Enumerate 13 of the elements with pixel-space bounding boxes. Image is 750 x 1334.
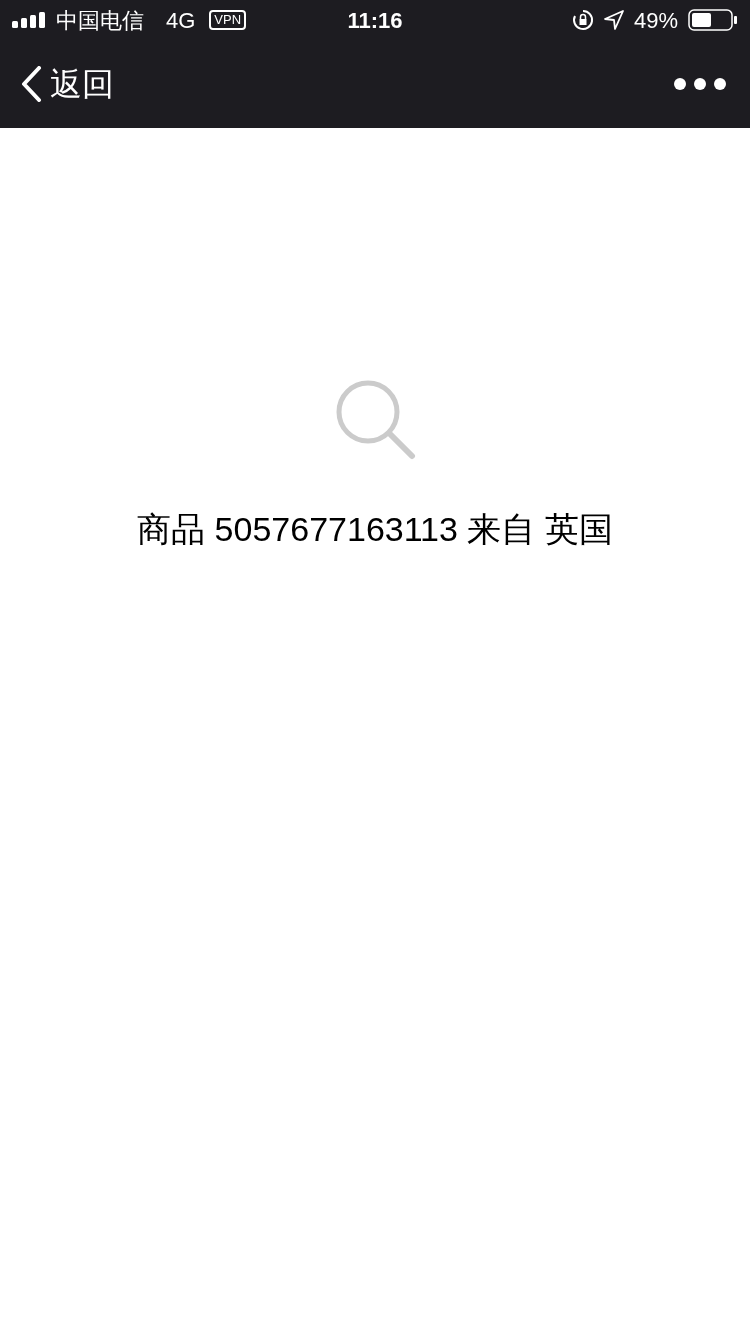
clock-time: 11:16 [347,6,403,35]
location-arrow-icon [603,10,624,30]
network-type: 4G [166,6,196,35]
search-icon [334,378,416,460]
battery-icon [688,9,738,31]
carrier-name: 中国电信 [56,6,144,35]
back-chevron-icon [20,66,42,102]
back-button[interactable]: 返回 [20,60,114,108]
rotation-lock-icon [571,9,594,31]
battery-percent: 49% [633,6,678,35]
result-message: 商品 5057677163113 来自 英国 [137,509,613,550]
vpn-badge: VPN [209,10,247,30]
signal-icon [12,12,46,28]
